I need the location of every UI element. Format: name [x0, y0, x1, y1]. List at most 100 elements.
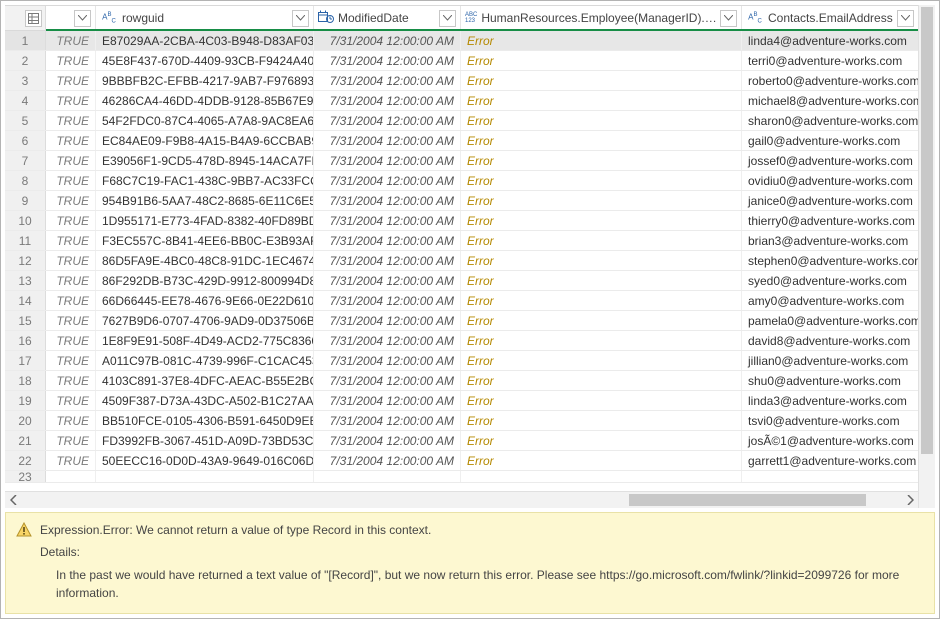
cell-modifieddate[interactable]: 7/31/2004 12:00:00 AM	[314, 111, 461, 130]
cell-flag[interactable]: TRUE	[46, 431, 96, 450]
cell-modifieddate[interactable]: 7/31/2004 12:00:00 AM	[314, 131, 461, 150]
cell-modifieddate[interactable]: 7/31/2004 12:00:00 AM	[314, 391, 461, 410]
cell-flag[interactable]: TRUE	[46, 31, 96, 50]
cell-rowguid[interactable]: BB510FCE-0105-4306-B591-6450D9EBF4...	[96, 411, 314, 430]
cell-email[interactable]: thierry0@adventure-works.com	[742, 211, 918, 230]
cell-email[interactable]: stephen0@adventure-works.com	[742, 251, 918, 270]
cell-error[interactable]: Error	[461, 331, 742, 350]
cell-email[interactable]: michael8@adventure-works.com	[742, 91, 918, 110]
table-row[interactable]: 13TRUE86F292DB-B73C-429D-9912-800994D80.…	[5, 271, 918, 291]
table-row[interactable]: 21TRUEFD3992FB-3067-451D-A09D-73BD53C0F.…	[5, 431, 918, 451]
cell-modifieddate[interactable]: 7/31/2004 12:00:00 AM	[314, 171, 461, 190]
cell-rowguid[interactable]: 66D66445-EE78-4676-9E66-0E22D6109A...	[96, 291, 314, 310]
cell-modifieddate[interactable]: 7/31/2004 12:00:00 AM	[314, 31, 461, 50]
row-number[interactable]: 6	[5, 131, 46, 150]
cell-email[interactable]: shu0@adventure-works.com	[742, 371, 918, 390]
cell-modifieddate[interactable]: 7/31/2004 12:00:00 AM	[314, 191, 461, 210]
cell-modifieddate[interactable]: 7/31/2004 12:00:00 AM	[314, 271, 461, 290]
cell-error[interactable]: Error	[461, 311, 742, 330]
cell-error[interactable]: Error	[461, 291, 742, 310]
cell-flag[interactable]: TRUE	[46, 351, 96, 370]
cell-error[interactable]: Error	[461, 451, 742, 470]
cell-email[interactable]: amy0@adventure-works.com	[742, 291, 918, 310]
cell-modifieddate[interactable]: 7/31/2004 12:00:00 AM	[314, 351, 461, 370]
cell-email[interactable]: jossef0@adventure-works.com	[742, 151, 918, 170]
cell-rowguid[interactable]: 4509F387-D73A-43DC-A502-B1C27AA1D...	[96, 391, 314, 410]
row-number[interactable]: 20	[5, 411, 46, 430]
cell-error[interactable]: Error	[461, 111, 742, 130]
cell-rowguid[interactable]: 54F2FDC0-87C4-4065-A7A8-9AC8EA624...	[96, 111, 314, 130]
table-row[interactable]: 3TRUE9BBBFB2C-EFBB-4217-9AB7-F976893288.…	[5, 71, 918, 91]
table-row[interactable]: 16TRUE1E8F9E91-508F-4D49-ACD2-775C836030…	[5, 331, 918, 351]
cell-modifieddate[interactable]: 7/31/2004 12:00:00 AM	[314, 51, 461, 70]
row-number[interactable]: 3	[5, 71, 46, 90]
cell-email[interactable]: jillian0@adventure-works.com	[742, 351, 918, 370]
table-row[interactable]: 19TRUE4509F387-D73A-43DC-A502-B1C27AA1D.…	[5, 391, 918, 411]
cell-rowguid[interactable]: 86F292DB-B73C-429D-9912-800994D80...	[96, 271, 314, 290]
cell-email[interactable]: roberto0@adventure-works.com	[742, 71, 918, 90]
cell-modifieddate[interactable]: 7/31/2004 12:00:00 AM	[314, 291, 461, 310]
cell-error[interactable]: Error	[461, 251, 742, 270]
cell-email[interactable]: tsvi0@adventure-works.com	[742, 411, 918, 430]
cell-email[interactable]: gail0@adventure-works.com	[742, 131, 918, 150]
row-number[interactable]: 7	[5, 151, 46, 170]
cell-rowguid[interactable]: 86D5FA9E-4BC0-48C8-91DC-1EC467418...	[96, 251, 314, 270]
table-icon[interactable]	[25, 10, 42, 27]
table-row[interactable]: 11TRUEF3EC557C-8B41-4EE6-BB0C-E3B93AFF81…	[5, 231, 918, 251]
cell-error[interactable]: Error	[461, 351, 742, 370]
row-number[interactable]: 11	[5, 231, 46, 250]
cell-flag[interactable]: TRUE	[46, 411, 96, 430]
table-row[interactable]: 2TRUE45E8F437-670D-4409-93CB-F9424A40D..…	[5, 51, 918, 71]
cell-modifieddate[interactable]: 7/31/2004 12:00:00 AM	[314, 211, 461, 230]
cell-error[interactable]: Error	[461, 411, 742, 430]
cell-rowguid[interactable]: 50EECC16-0D0D-43A9-9649-016C06DE8...	[96, 451, 314, 470]
cell-error[interactable]: Error	[461, 371, 742, 390]
cell-flag[interactable]: TRUE	[46, 271, 96, 290]
cell-modifieddate[interactable]: 7/31/2004 12:00:00 AM	[314, 231, 461, 250]
cell-flag[interactable]: TRUE	[46, 91, 96, 110]
cell-error[interactable]: Error	[461, 91, 742, 110]
table-row[interactable]: 14TRUE66D66445-EE78-4676-9E66-0E22D6109A…	[5, 291, 918, 311]
table-row[interactable]: 18TRUE4103C891-37E8-4DFC-AEAC-B55E2BC1B.…	[5, 371, 918, 391]
cell-modifieddate[interactable]: 7/31/2004 12:00:00 AM	[314, 411, 461, 430]
table-row[interactable]: 7TRUEE39056F1-9CD5-478D-8945-14ACA7FBD..…	[5, 151, 918, 171]
cell-rowguid[interactable]: 46286CA4-46DD-4DDB-9128-85B67E98D...	[96, 91, 314, 110]
cell-error[interactable]: Error	[461, 171, 742, 190]
cell-email[interactable]: linda3@adventure-works.com	[742, 391, 918, 410]
cell-flag[interactable]: TRUE	[46, 451, 96, 470]
table-row[interactable]: 20TRUEBB510FCE-0105-4306-B591-6450D9EBF4…	[5, 411, 918, 431]
cell-email[interactable]: sharon0@adventure-works.com	[742, 111, 918, 130]
cell-email[interactable]: terri0@adventure-works.com	[742, 51, 918, 70]
vertical-scrollbar[interactable]	[918, 5, 935, 508]
cell-modifieddate[interactable]: 7/31/2004 12:00:00 AM	[314, 151, 461, 170]
cell-error[interactable]: Error	[461, 231, 742, 250]
cell-error[interactable]: Error	[461, 431, 742, 450]
cell-flag[interactable]: TRUE	[46, 171, 96, 190]
cell-rowguid[interactable]: FD3992FB-3067-451D-A09D-73BD53C0F...	[96, 431, 314, 450]
cell-flag[interactable]: TRUE	[46, 191, 96, 210]
row-number[interactable]: 21	[5, 431, 46, 450]
row-number[interactable]: 22	[5, 451, 46, 470]
scroll-right-icon[interactable]	[901, 491, 918, 508]
cell-flag[interactable]: TRUE	[46, 231, 96, 250]
row-number[interactable]: 8	[5, 171, 46, 190]
cell-rowguid[interactable]: 1D955171-E773-4FAD-8382-40FD89BD5...	[96, 211, 314, 230]
table-row[interactable]: 1TRUEE87029AA-2CBA-4C03-B948-D83AF0313..…	[5, 31, 918, 51]
scroll-left-icon[interactable]	[5, 491, 22, 508]
cell-flag[interactable]: TRUE	[46, 211, 96, 230]
cell-error[interactable]: Error	[461, 71, 742, 90]
cell-flag[interactable]: TRUE	[46, 51, 96, 70]
table-row[interactable]: 6TRUEEC84AE09-F9B8-4A15-B4A9-6CCBAB919..…	[5, 131, 918, 151]
scrollbar-track[interactable]	[22, 492, 901, 508]
cell-email[interactable]: janice0@adventure-works.com	[742, 191, 918, 210]
filter-dropdown-icon[interactable]	[292, 10, 309, 27]
cell-rowguid[interactable]: 4103C891-37E8-4DFC-AEAC-B55E2BC1B...	[96, 371, 314, 390]
row-number[interactable]: 1	[5, 31, 46, 50]
row-number[interactable]: 14	[5, 291, 46, 310]
cell-error[interactable]: Error	[461, 391, 742, 410]
cell-rowguid[interactable]: 45E8F437-670D-4409-93CB-F9424A40D...	[96, 51, 314, 70]
cell-error[interactable]: Error	[461, 151, 742, 170]
cell-error[interactable]: Error	[461, 51, 742, 70]
cell-email[interactable]: syed0@adventure-works.com	[742, 271, 918, 290]
cell-error[interactable]: Error	[461, 191, 742, 210]
